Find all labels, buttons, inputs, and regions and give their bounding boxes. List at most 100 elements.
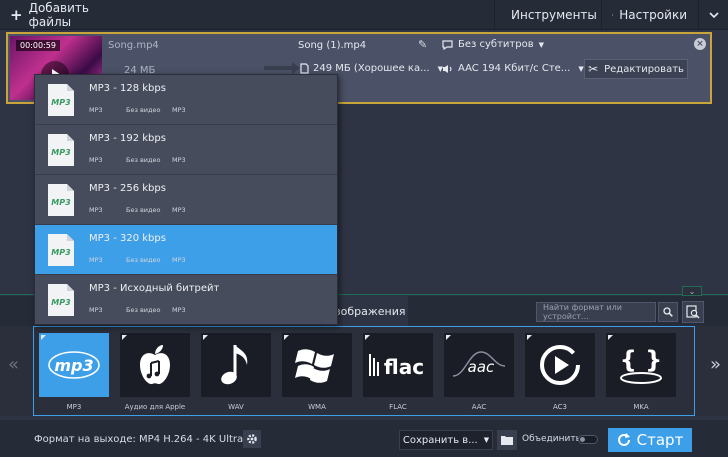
gallery-next-arrow[interactable]: » (710, 354, 721, 375)
format-label: AC3 (552, 403, 567, 411)
caret-down-icon: ▼ (578, 64, 584, 73)
preset-format: MP3 (89, 106, 103, 114)
flac-logo-icon: flac (363, 333, 433, 397)
gear-icon (247, 434, 257, 444)
save-to-dropdown[interactable]: Сохранить в... ▼ (399, 430, 493, 450)
output-size-label: 249 МБ (Хорошее ка... (313, 63, 430, 74)
output-format-label: Формат на выходе: MP4 H.264 - 4K Ultra H… (34, 434, 262, 445)
svg-text:MP3: MP3 (51, 148, 71, 157)
preset-title: MP3 - 192 kbps (89, 133, 166, 144)
detect-device-button[interactable] (682, 301, 704, 323)
preset-item[interactable]: MP3 MP3 - 192 kbps MP3 Без видео MP3 (35, 125, 337, 175)
format-ac3[interactable]: AC3 (525, 333, 595, 415)
output-settings-button[interactable] (243, 430, 261, 448)
format-mp3[interactable]: mp3 MP3 (39, 333, 109, 415)
format-label: MKA (633, 403, 649, 411)
add-files-button[interactable]: + Добавить файлы (0, 0, 124, 30)
preset-format: MP3 (89, 156, 103, 164)
output-filename[interactable]: Song (1).mp4 (298, 40, 366, 51)
caret-down-icon: ▼ (483, 436, 490, 444)
format-label: MP3 (66, 403, 82, 411)
open-folder-button[interactable] (497, 430, 517, 450)
edit-button[interactable]: ✂ Редактировать (584, 59, 688, 79)
format-label: FLAC (389, 403, 407, 411)
preset-audio: MP3 (172, 306, 186, 314)
mp3-file-icon: MP3 (48, 184, 74, 216)
start-button[interactable]: Старт (608, 428, 692, 452)
mp3-file-icon: MP3 (48, 84, 74, 116)
preset-format: MP3 (89, 256, 103, 264)
pencil-icon[interactable]: ✎ (418, 38, 427, 51)
format-gallery: mp3 MP3 Аудио для Apple WAV WMA flac FLA… (33, 326, 695, 416)
settings-button[interactable]: Настройки (601, 0, 697, 30)
remove-file-icon[interactable]: × (694, 38, 706, 50)
music-note-icon (201, 333, 271, 397)
tools-label: Инструменты (511, 8, 597, 22)
device-search-icon (686, 305, 700, 319)
preset-video: Без видео (126, 306, 161, 314)
double-chevron-down-icon: ⌄ (688, 286, 696, 296)
aac-logo-icon: aac (444, 333, 514, 397)
gallery-prev-arrow[interactable]: « (8, 354, 19, 375)
svg-text:MP3: MP3 (51, 298, 71, 307)
mka-logo-icon: { } (606, 333, 676, 397)
format-aac[interactable]: aac AAC (444, 333, 514, 415)
more-menu-button[interactable] (698, 0, 728, 30)
preset-title: MP3 - 256 kbps (89, 183, 166, 194)
refresh-icon (617, 433, 630, 446)
scissors-icon: ✂ (588, 62, 599, 76)
audio-track-dropdown[interactable]: AAC 194 Кбит/с Сте... ▼ (442, 63, 584, 74)
file-icon (300, 63, 309, 74)
caret-down-icon: ▼ (538, 40, 544, 49)
apple-icon (120, 333, 190, 397)
preset-audio: MP3 (172, 256, 186, 264)
subtitles-dropdown[interactable]: Без субтитров ▼ (442, 39, 544, 50)
output-size-dropdown[interactable]: 249 МБ (Хорошее ка... ▼ (300, 63, 443, 74)
format-label: WAV (228, 403, 244, 411)
settings-label: Настройки (619, 8, 687, 22)
hamburger-icon (612, 14, 614, 16)
preset-format: MP3 (89, 306, 103, 314)
preset-item[interactable]: MP3 MP3 - Исходный битрейт MP3 Без видео… (35, 275, 337, 325)
thumbnail-time: 00:00:59 (16, 40, 60, 51)
preset-item-selected[interactable]: MP3 MP3 - 320 kbps MP3 Без видео MP3 (35, 225, 337, 275)
merge-toggle[interactable] (578, 435, 598, 444)
preset-item[interactable]: MP3 MP3 - 256 kbps MP3 Без видео MP3 (35, 175, 337, 225)
windows-icon (282, 333, 352, 397)
format-apple-audio[interactable]: Аудио для Apple (120, 333, 190, 415)
chevron-down-icon (708, 12, 719, 18)
svg-text:MP3: MP3 (51, 248, 71, 257)
svg-text:flac: flac (384, 355, 424, 379)
preset-item[interactable]: MP3 MP3 - 128 kbps MP3 Без видео MP3 (35, 75, 337, 125)
add-files-label: Добавить файлы (28, 1, 89, 29)
audio-icon (443, 64, 452, 73)
collapse-panel-button[interactable]: ⌄ (682, 286, 702, 296)
format-search-placeholder: Найти формат или устройст... (543, 303, 622, 321)
preset-dropdown: MP3 MP3 - 128 kbps MP3 Без видео MP3 MP3… (34, 74, 338, 325)
format-search-input[interactable]: Найти формат или устройст... (536, 302, 656, 322)
mp3-logo-icon: mp3 (39, 333, 109, 397)
format-label: Аудио для Apple (124, 403, 186, 411)
format-wav[interactable]: WAV (201, 333, 271, 415)
format-wma[interactable]: WMA (282, 333, 352, 415)
preset-title: MP3 - Исходный битрейт (89, 283, 220, 294)
format-mka[interactable]: { } MKA (606, 333, 676, 415)
preset-audio: MP3 (172, 206, 186, 214)
edit-label: Редактировать (604, 63, 684, 75)
mp3-file-icon: MP3 (48, 134, 74, 166)
preset-audio: MP3 (172, 156, 186, 164)
preset-format: MP3 (89, 206, 103, 214)
format-flac[interactable]: flac FLAC (363, 333, 433, 415)
merge-label: Объединить (522, 434, 581, 444)
svg-text:aac: aac (468, 358, 495, 376)
mp3-file-icon: MP3 (48, 284, 74, 316)
speech-bubble-icon (442, 39, 453, 50)
format-label: WMA (308, 403, 326, 411)
top-toolbar: + Добавить файлы Инструменты Настройки (0, 0, 728, 30)
folder-icon (501, 436, 513, 445)
tools-button[interactable]: Инструменты (494, 0, 600, 30)
format-search-button[interactable] (658, 302, 678, 322)
preset-video: Без видео (126, 106, 161, 114)
play-circle-icon (525, 333, 595, 397)
save-to-label: Сохранить в... (402, 434, 478, 446)
